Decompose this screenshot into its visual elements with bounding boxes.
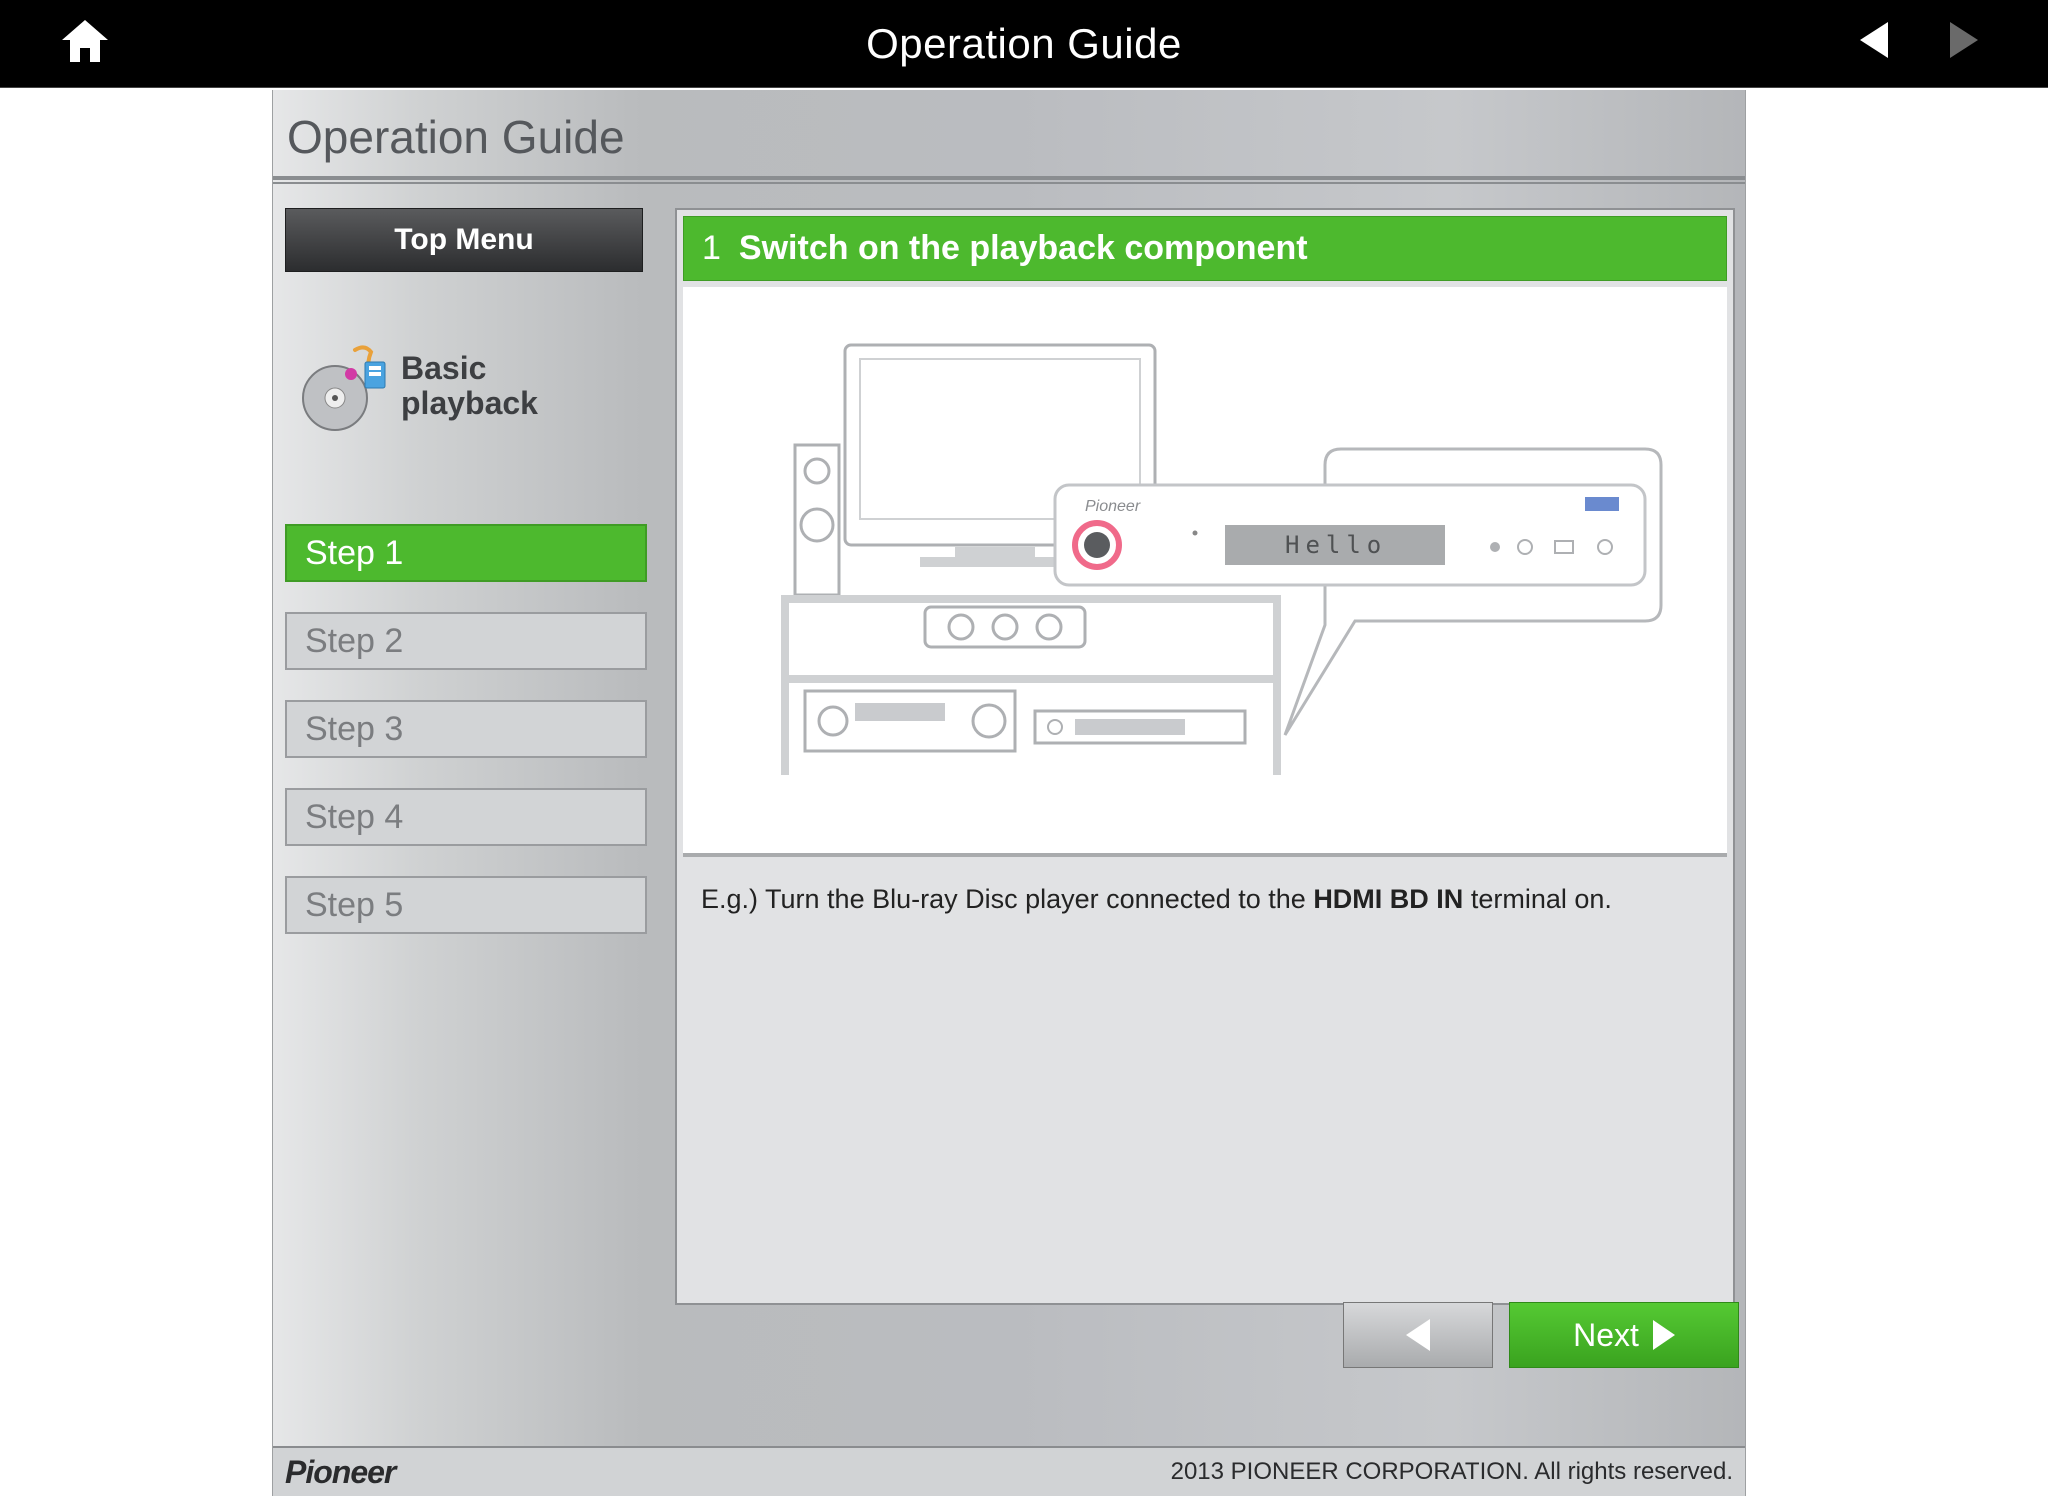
app-top-bar: Operation Guide — [0, 0, 2048, 88]
pager-next-label: Next — [1573, 1317, 1639, 1354]
footer: Pioneer 2013 PIONEER CORPORATION. All ri… — [273, 1446, 1745, 1496]
top-menu-button[interactable]: Top Menu — [285, 208, 643, 272]
content-panel: 1 Switch on the playback component — [675, 208, 1735, 1305]
step-number: 1 — [702, 229, 721, 268]
step-item-1[interactable]: Step 1 — [285, 524, 647, 582]
step-item-5[interactable]: Step 5 — [285, 876, 647, 934]
pager-prev-button[interactable] — [1343, 1302, 1493, 1368]
nav-prev-icon[interactable] — [1860, 22, 1888, 58]
topic-block: Basic playback — [295, 338, 647, 434]
topic-label: Basic playback — [401, 351, 541, 421]
step-label: Step 4 — [305, 798, 403, 837]
nav-next-icon — [1950, 22, 1978, 58]
pager: Next — [1343, 1302, 1739, 1368]
step-title: Switch on the playback component — [739, 229, 1308, 268]
step-label: Step 2 — [305, 622, 403, 661]
description-bold: HDMI BD IN — [1313, 884, 1463, 914]
step-label: Step 5 — [305, 886, 403, 925]
main-stage: Operation Guide Top Menu — [272, 90, 1746, 1496]
chevron-right-icon — [1653, 1320, 1675, 1350]
device-brand-text: Pioneer — [1085, 498, 1141, 515]
basic-playback-icon — [295, 338, 391, 434]
step-item-2[interactable]: Step 2 — [285, 612, 647, 670]
description-suffix: terminal on. — [1463, 884, 1612, 914]
home-icon — [60, 18, 110, 64]
top-nav-arrows — [1860, 22, 1978, 58]
copyright-text: 2013 PIONEER CORPORATION. All rights res… — [1171, 1458, 1733, 1486]
brand-logo: Pioneer — [285, 1454, 395, 1491]
app-title: Operation Guide — [866, 20, 1182, 68]
description-prefix: E.g.) Turn the Blu-ray Disc player conne… — [701, 884, 1313, 914]
description-box: E.g.) Turn the Blu-ray Disc player conne… — [683, 857, 1727, 1297]
step-item-4[interactable]: Step 4 — [285, 788, 647, 846]
step-label: Step 3 — [305, 710, 403, 749]
sidebar: Top Menu Basic playback — [285, 208, 647, 1305]
page-title: Operation Guide — [273, 90, 1745, 180]
chevron-left-icon — [1406, 1319, 1430, 1351]
steps-list: Step 1 Step 2 Step 3 Step 4 Step 5 — [285, 524, 647, 934]
pager-next-button[interactable]: Next — [1509, 1302, 1739, 1368]
step-item-3[interactable]: Step 3 — [285, 700, 647, 758]
home-button[interactable] — [60, 18, 110, 69]
step-label: Step 1 — [305, 534, 403, 573]
content-step-header: 1 Switch on the playback component — [683, 216, 1727, 281]
illustration: Pioneer Hello — [683, 287, 1727, 857]
device-display-text: Hello — [1285, 531, 1387, 559]
